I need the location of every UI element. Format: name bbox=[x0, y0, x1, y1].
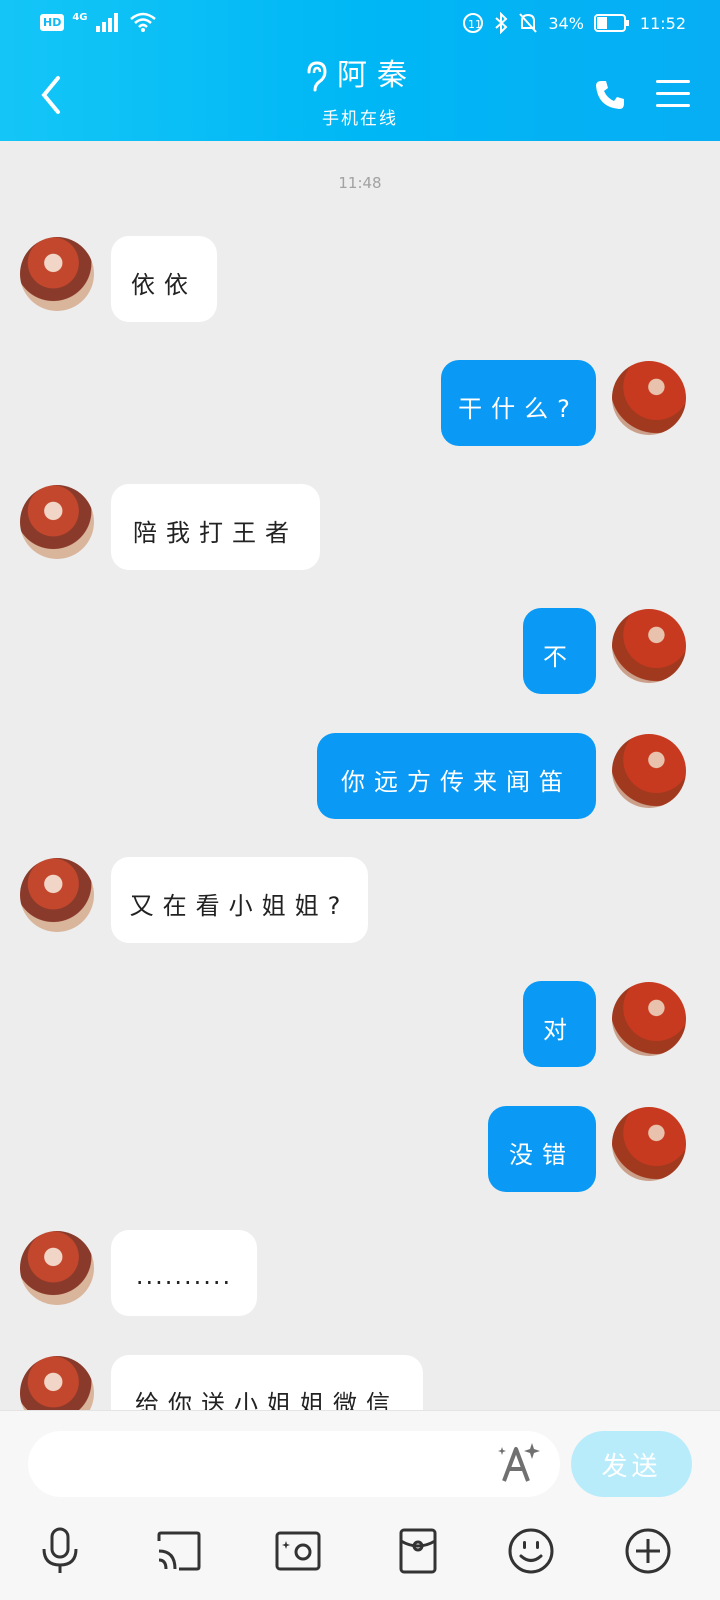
contact-avatar[interactable] bbox=[20, 237, 94, 311]
clock: 11:52 bbox=[639, 13, 686, 33]
menu-line bbox=[656, 104, 690, 107]
input-toolbar bbox=[0, 1525, 720, 1585]
chat-timestamp: 11:48 bbox=[338, 174, 382, 192]
phone-icon bbox=[596, 81, 624, 109]
message-bubble[interactable]: 干什么? bbox=[441, 360, 596, 446]
emoji-icon bbox=[508, 1528, 554, 1574]
cast-icon bbox=[157, 1531, 201, 1571]
my-avatar[interactable] bbox=[612, 734, 686, 808]
more-button[interactable] bbox=[622, 1525, 674, 1577]
my-avatar[interactable] bbox=[612, 361, 686, 435]
menu-button[interactable] bbox=[656, 80, 690, 110]
my-avatar[interactable] bbox=[612, 982, 686, 1056]
red-packet-button[interactable] bbox=[392, 1525, 444, 1577]
bluetooth-icon bbox=[495, 12, 508, 34]
signal-icon bbox=[95, 13, 118, 32]
message-bubble[interactable]: 陪我打王者 bbox=[111, 484, 320, 570]
mute-bell-icon bbox=[519, 13, 538, 33]
message-bubble[interactable]: 不 bbox=[523, 608, 596, 694]
message-bubble[interactable]: .......... bbox=[111, 1230, 257, 1316]
text-style-icon bbox=[498, 1443, 540, 1482]
screen-share-button[interactable] bbox=[153, 1525, 205, 1577]
message-bubble[interactable]: 你远方传来闻笛 bbox=[317, 733, 596, 819]
input-bar: 发送 bbox=[0, 1410, 720, 1600]
font-style-button[interactable] bbox=[494, 1439, 544, 1489]
wifi-icon bbox=[129, 12, 156, 32]
plus-icon bbox=[625, 1528, 671, 1574]
contact-avatar[interactable] bbox=[20, 1231, 94, 1305]
menu-line bbox=[656, 80, 690, 83]
my-avatar[interactable] bbox=[612, 1107, 686, 1181]
status-right: 11 34% 11:52 bbox=[462, 12, 686, 34]
network-label: 4G bbox=[72, 11, 88, 23]
hd-badge: HD bbox=[40, 13, 65, 31]
svg-text:11: 11 bbox=[468, 18, 482, 31]
message-bubble[interactable]: 没错 bbox=[488, 1106, 596, 1192]
message-bubble[interactable]: 依依 bbox=[111, 236, 217, 322]
emoji-button[interactable] bbox=[505, 1525, 557, 1577]
chat-header: HD 4G 11 34% 11:52 阿秦 手机在线 bbox=[0, 0, 720, 141]
send-button[interactable]: 发送 bbox=[571, 1431, 692, 1497]
my-avatar[interactable] bbox=[612, 609, 686, 683]
voice-button[interactable] bbox=[34, 1525, 86, 1577]
contact-name: 阿秦 bbox=[337, 58, 417, 93]
camera-icon bbox=[275, 1531, 321, 1571]
status-left: HD 4G bbox=[40, 12, 156, 32]
camera-button[interactable] bbox=[272, 1525, 324, 1577]
battery-percent: 34% bbox=[548, 13, 584, 33]
message-bubble[interactable]: 又在看小姐姐? bbox=[111, 857, 368, 943]
battery-icon bbox=[593, 14, 629, 32]
message-input[interactable] bbox=[28, 1431, 560, 1497]
data-saver-icon: 11 bbox=[463, 13, 484, 33]
menu-line bbox=[656, 92, 690, 95]
call-button[interactable] bbox=[593, 78, 627, 112]
contact-avatar[interactable] bbox=[20, 485, 94, 559]
ear-icon[interactable] bbox=[303, 60, 329, 94]
contact-avatar[interactable] bbox=[20, 858, 94, 932]
microphone-icon bbox=[42, 1527, 78, 1573]
status-bar: HD 4G 11 34% 11:52 bbox=[0, 0, 720, 48]
message-bubble[interactable]: 对 bbox=[523, 981, 596, 1067]
red-packet-icon bbox=[399, 1528, 437, 1574]
